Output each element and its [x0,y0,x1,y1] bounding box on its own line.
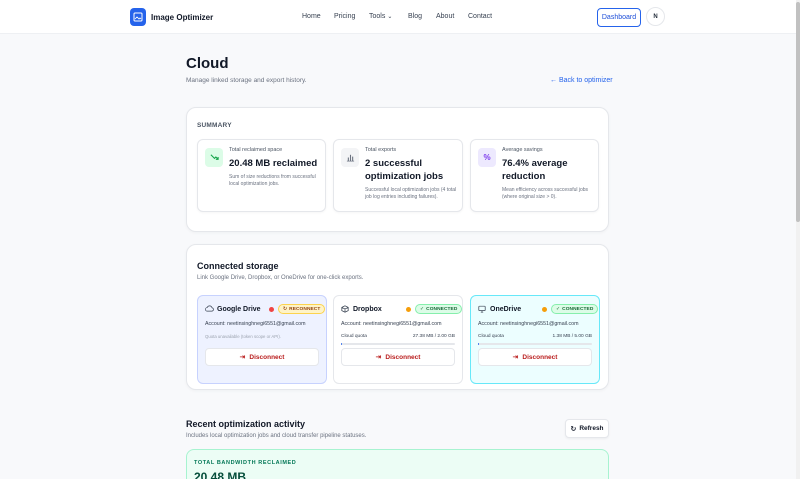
stat-reclaimed-space: Total reclaimed space 20.48 MB reclaimed… [197,139,326,212]
quota-note: Quota unavailable (token scope or API). [205,334,281,339]
provider-name: Dropbox [353,306,382,313]
stat-description: Sum of size reductions from successful l… [229,174,316,187]
scrollbar-thumb[interactable] [796,2,800,222]
summary-label: SUMMARY [197,122,232,129]
stat-total-exports: Total exports 2 successful optimization … [333,139,463,212]
refresh-icon: ↻ [570,425,577,433]
quota-label: Cloud quota [478,334,504,339]
disconnect-button[interactable]: ⇥ Disconnect [341,348,455,366]
summary-card: SUMMARY Total reclaimed space 20.48 MB r… [186,107,609,232]
quota-bar [478,343,592,345]
connected-badge: ✓ CONNECTED [551,304,599,314]
nav-tools[interactable]: Tools ⌄ [369,13,408,20]
stat-label: Total reclaimed space [229,147,283,153]
quota-label: Cloud quota [341,334,367,339]
provider-name: Google Drive [217,306,261,313]
cloud-icon [205,305,214,314]
logout-icon: ⇥ [375,354,382,361]
brand[interactable]: Image Optimizer [130,8,213,26]
chevron-down-icon: ⌄ [387,14,393,20]
nav-blog[interactable]: Blog [408,13,436,20]
brand-name: Image Optimizer [151,12,214,22]
bandwidth-card: TOTAL BANDWIDTH RECLAIMED 20.48 MB [186,449,609,479]
dashboard-button[interactable]: Dashboard [597,8,641,27]
stat-description: Mean efficiency across successful jobs (… [502,187,589,200]
provider-account: Account: neetinsinghnegi6551@gmail.com [341,321,442,327]
top-navbar: Image Optimizer Home Pricing Tools ⌄ Blog… [0,0,800,34]
disconnect-label: Disconnect [522,353,558,361]
image-icon [130,8,146,26]
back-to-optimizer-link[interactable]: ← Back to optimizer [550,77,613,84]
nav-home[interactable]: Home [302,13,334,20]
main-nav: Home Pricing Tools ⌄ Blog About Contact [302,13,492,20]
disconnect-button[interactable]: ⇥ Disconnect [205,348,319,366]
check-icon: ✓ [420,306,425,312]
provider-name: OneDrive [490,306,522,313]
check-icon: ✓ [556,306,561,312]
stat-value: 76.4% average reduction [502,158,568,182]
stat-label: Total exports [365,147,397,153]
stat-value: 20.48 MB reclaimed [229,158,318,169]
nav-tools-label: Tools [369,13,386,20]
nav-about[interactable]: About [436,13,468,20]
stat-value: 2 successful optimization jobs [365,158,444,182]
disconnect-button[interactable]: ⇥ Disconnect [478,348,592,366]
avatar[interactable]: N [646,7,665,26]
badge-label: RECONNECT [289,306,321,312]
refresh-icon: ↻ [283,306,288,312]
storage-title: Connected storage [197,261,279,271]
nav-pricing[interactable]: Pricing [334,13,369,20]
activity-subtitle: Includes local optimization jobs and clo… [186,433,367,439]
provider-account: Account: neetinsinghnegi6551@gmail.com [478,321,579,327]
logout-icon: ⇥ [512,354,519,361]
monitor-icon [478,305,486,315]
bandwidth-value: 20.48 MB [194,470,247,479]
stat-average-savings: % Average savings 76.4% average reductio… [470,139,599,212]
box-icon [341,305,349,315]
status-dot [269,307,274,312]
storage-subtitle: Link Google Drive, Dropbox, or OneDrive … [197,275,364,281]
disconnect-label: Disconnect [249,353,285,361]
percent-icon: % [478,148,496,167]
refresh-label: Refresh [579,425,604,432]
nav-contact[interactable]: Contact [468,13,492,20]
status-dot [406,307,411,312]
reconnect-badge[interactable]: ↻ RECONNECT [278,304,326,314]
provider-dropbox: Dropbox ✓ CONNECTED Account: neetinsinghn… [333,295,463,384]
quota-bar-fill [478,343,479,345]
badge-label: CONNECTED [426,306,458,312]
quota-bar [341,343,455,345]
stat-description: Successful local optimization jobs (4 to… [365,187,457,200]
stat-label: Average savings [502,147,543,153]
connected-storage-card: Connected storage Link Google Drive, Dro… [186,244,609,390]
provider-account: Account: neetinsinghnegi6551@gmail.com [205,321,306,327]
logout-icon: ⇥ [239,354,246,361]
quota-value: 27.38 MB / 2.00 GB [412,334,455,339]
disconnect-label: Disconnect [385,353,421,361]
page-title: Cloud [186,55,229,72]
provider-onedrive: OneDrive ✓ CONNECTED Account: neetinsingh… [470,295,600,384]
refresh-button[interactable]: ↻ Refresh [565,419,609,438]
activity-title: Recent optimization activity [186,419,306,429]
badge-label: CONNECTED [562,306,594,312]
quota-value: 1.38 MB / 5.00 GB [552,334,592,339]
trend-down-icon [205,148,223,167]
provider-google-drive: Google Drive ↻ RECONNECT Account: neetins… [197,295,327,384]
page-subtitle: Manage linked storage and export history… [186,77,307,84]
quota-bar-fill [341,343,343,345]
connected-badge: ✓ CONNECTED [415,304,463,314]
bar-chart-icon [341,148,359,167]
status-dot [542,307,547,312]
bandwidth-label: TOTAL BANDWIDTH RECLAIMED [194,460,297,466]
